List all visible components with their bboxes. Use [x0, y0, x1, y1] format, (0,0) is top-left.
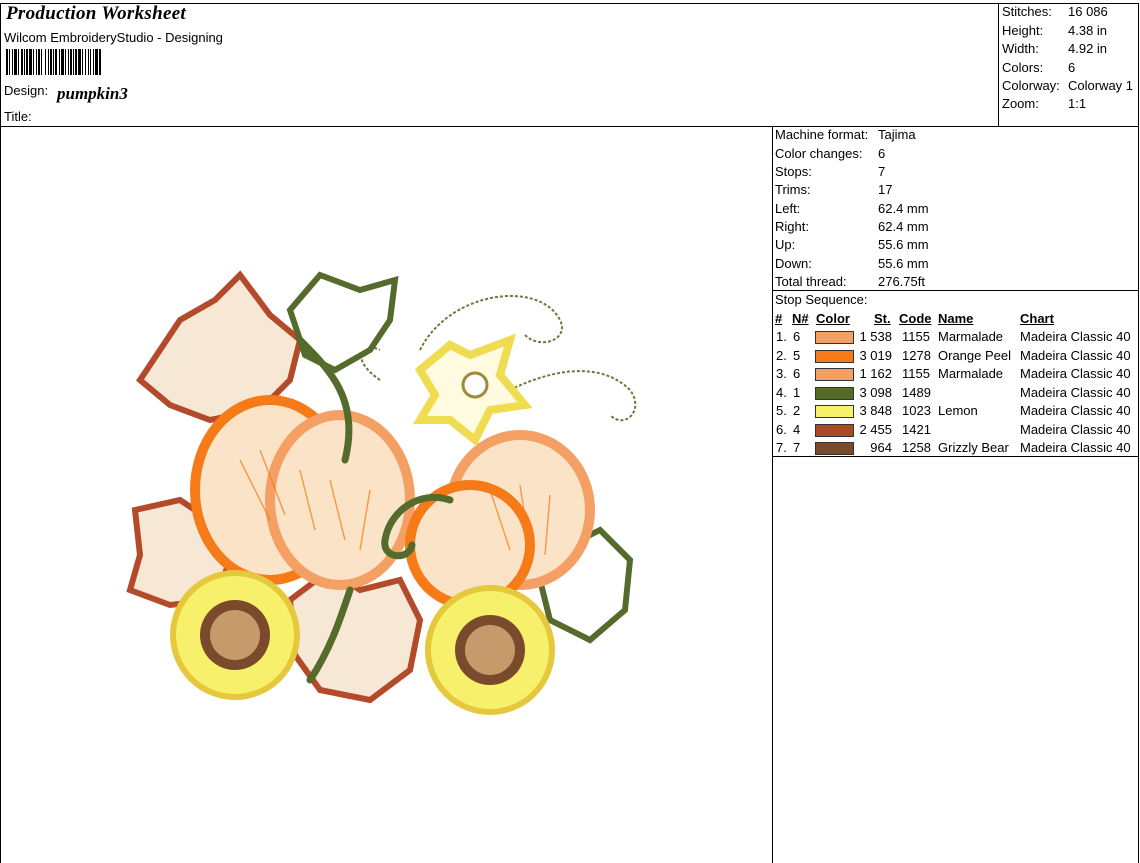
- header-name: Name: [938, 311, 974, 326]
- summary-divider: [998, 3, 999, 126]
- sequence-chart: Madeira Classic 40: [1020, 440, 1131, 455]
- sequence-chart: Madeira Classic 40: [1020, 403, 1131, 418]
- sequence-needle: 2: [793, 403, 801, 418]
- header-divider: [0, 126, 1139, 127]
- sequence-chart: Madeira Classic 40: [1020, 385, 1131, 400]
- header-stitches: St.: [874, 311, 891, 326]
- sequence-stitches: 1 538: [859, 329, 892, 344]
- sequence-stitches: 2 455: [859, 422, 892, 437]
- sequence-stitches: 964: [870, 440, 892, 455]
- sequence-name: Orange Peel: [938, 348, 1011, 363]
- design-name: pumpkin3: [57, 84, 128, 103]
- color-swatch: [815, 331, 854, 344]
- sequence-code: 1421: [902, 422, 931, 437]
- sequence-name: Marmalade: [938, 366, 1004, 381]
- sequence-code: 1155: [902, 366, 930, 381]
- embroidery-design-preview: [126, 270, 637, 715]
- header-needle: N#: [792, 311, 809, 326]
- sunflower-right: [425, 585, 555, 715]
- sequence-needle: 7: [793, 440, 801, 455]
- sunflower-left: [170, 570, 300, 700]
- sequence-name: Marmalade: [938, 329, 1004, 344]
- color-swatch: [815, 350, 854, 363]
- sequence-num: 3.: [776, 366, 787, 381]
- sequence-chart: Madeira Classic 40: [1020, 422, 1131, 437]
- header-color: Color: [816, 311, 850, 326]
- sequence-num: 4.: [776, 385, 787, 400]
- machine-divider: [772, 290, 1139, 291]
- color-swatch: [815, 368, 854, 381]
- sequence-stitches: 1 162: [859, 366, 892, 381]
- header-code: Code: [899, 311, 932, 326]
- design-label: Design:: [4, 83, 49, 98]
- sequence-code: 1023: [902, 403, 931, 418]
- sequence-needle: 5: [793, 348, 801, 363]
- color-swatch: [815, 387, 854, 400]
- sequence-code: 1155: [902, 329, 930, 344]
- sequence-num: 6.: [776, 422, 787, 437]
- sequence-code: 1489: [902, 385, 931, 400]
- color-swatch: [815, 424, 854, 437]
- header-num: #: [775, 311, 783, 326]
- sequence-needle: 6: [793, 366, 801, 381]
- title-label: Title:: [4, 109, 32, 124]
- stop-sequence-label: Stop Sequence:: [775, 292, 868, 307]
- sequence-needle: 6: [793, 329, 801, 344]
- sequence-code: 1258: [902, 440, 931, 455]
- sequence-num: 1.: [776, 329, 787, 344]
- sequence-name: Grizzly Bear: [938, 440, 1009, 455]
- sequence-chart: Madeira Classic 40: [1020, 366, 1131, 381]
- sequence-stitches: 3 098: [859, 385, 892, 400]
- sequence-needle: 1: [793, 385, 801, 400]
- border-right: [1138, 3, 1139, 863]
- sequence-chart: Madeira Classic 40: [1020, 348, 1131, 363]
- sequence-num: 5.: [776, 403, 787, 418]
- header-chart: Chart: [1020, 311, 1054, 326]
- sequence-needle: 4: [793, 422, 801, 437]
- sequence-num: 7.: [776, 440, 787, 455]
- sequence-num: 2.: [776, 348, 787, 363]
- sequence-divider: [772, 456, 1139, 457]
- color-swatch: [815, 405, 854, 418]
- sequence-stitches: 3 019: [859, 348, 892, 363]
- worksheet-title: Production Worksheet: [6, 3, 187, 24]
- sequence-code: 1278: [902, 348, 931, 363]
- barcode: [6, 49, 101, 75]
- border-left: [0, 3, 1, 863]
- sequence-chart: Madeira Classic 40: [1020, 329, 1131, 344]
- panel-divider: [772, 126, 773, 863]
- sequence-stitches: 3 848: [859, 403, 892, 418]
- color-swatch: [815, 442, 854, 455]
- software-name: Wilcom EmbroideryStudio - Designing: [4, 30, 223, 45]
- sequence-name: Lemon: [938, 403, 978, 418]
